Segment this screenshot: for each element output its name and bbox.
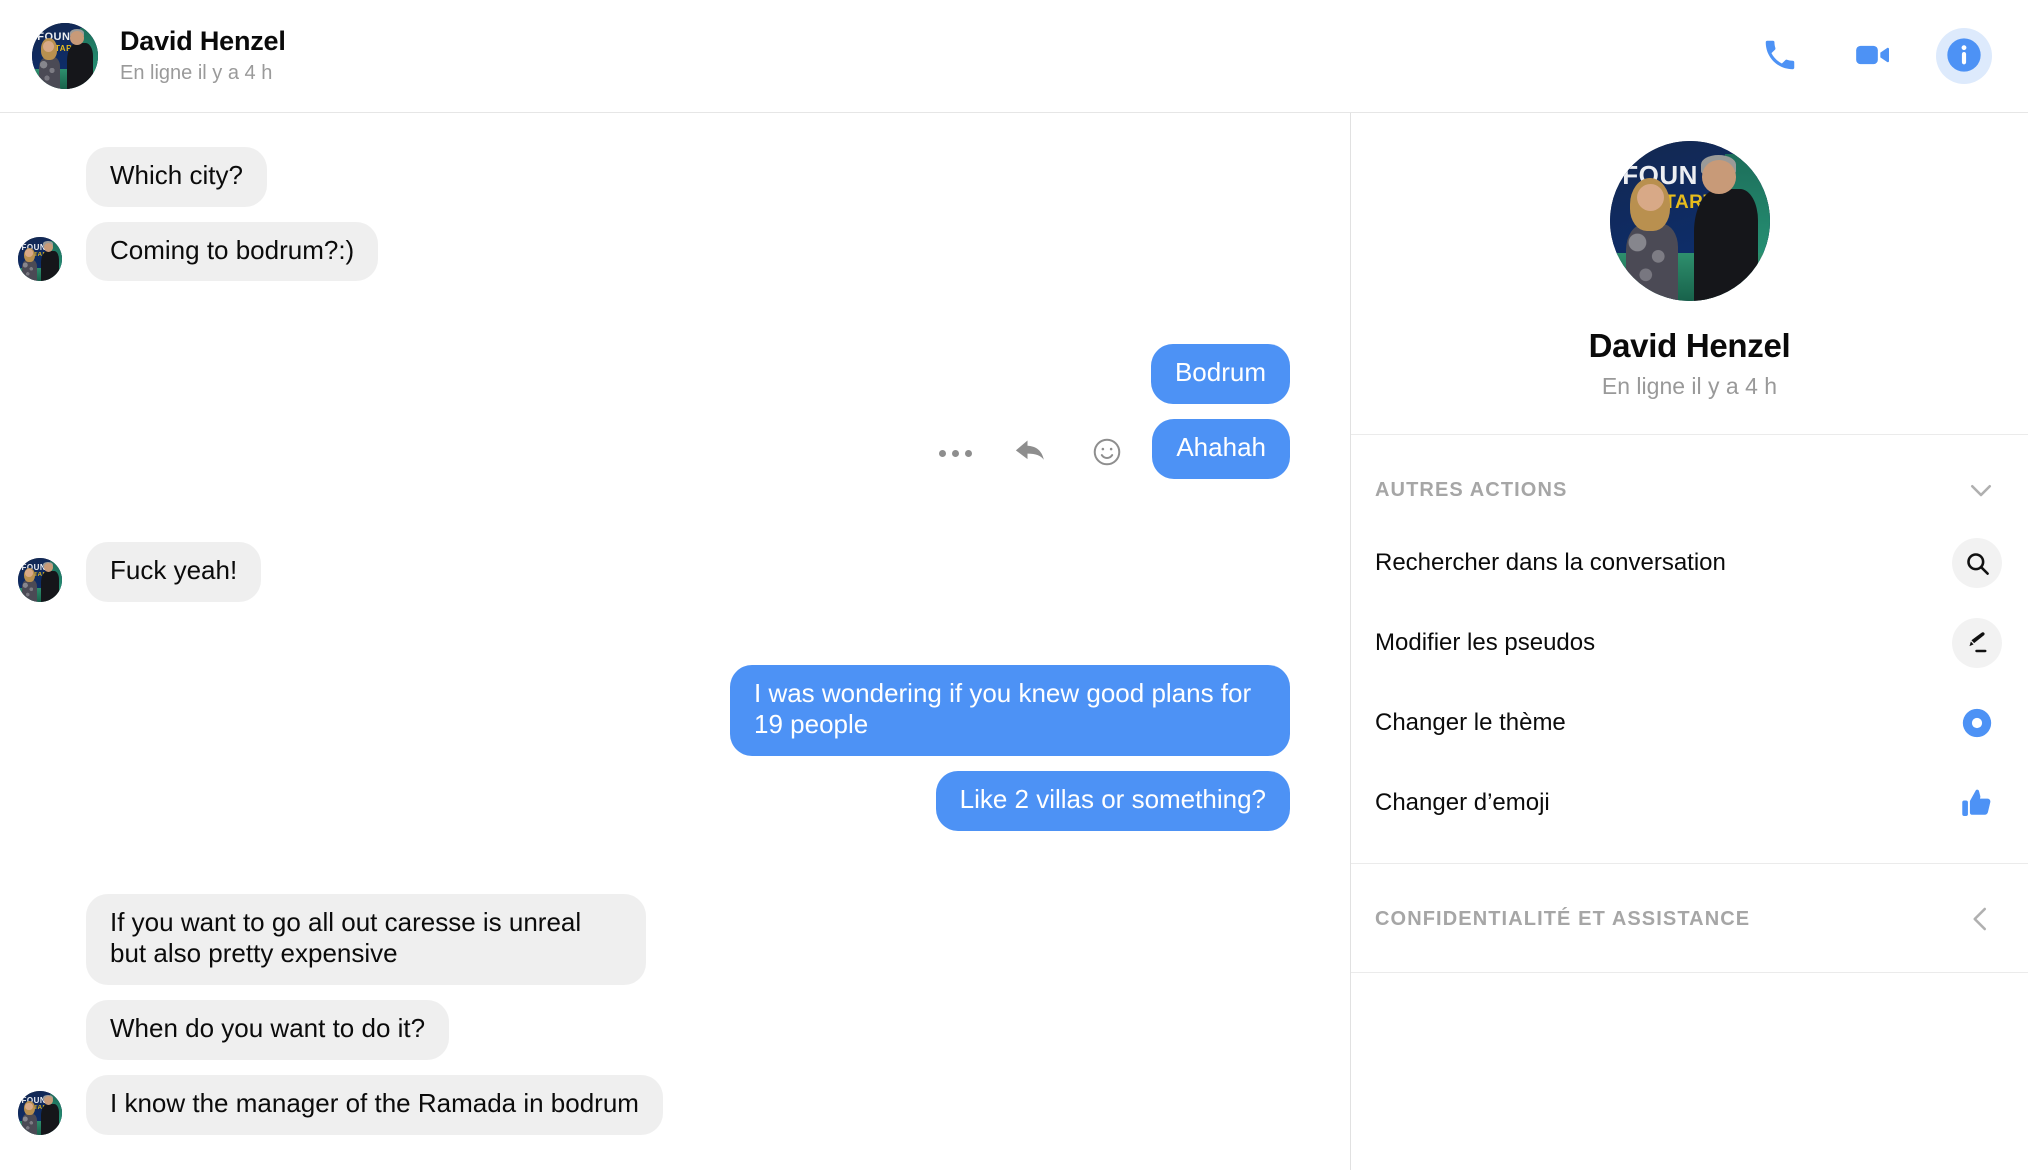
sidebar-action-label: Changer le thème [1375, 709, 1566, 736]
sidebar-section-header[interactable]: CONFIDENTIALITÉ ET ASSISTANCE [1351, 864, 2028, 952]
outgoing-message-bubble[interactable]: I was wondering if you knew good plans f… [730, 664, 1290, 757]
contact-photo-thumb: FOUN START. [18, 1090, 62, 1135]
reply-arrow-icon [1012, 436, 1050, 471]
sidebar-action-label: Rechercher dans la conversation [1375, 549, 1726, 576]
contact-status: En ligne il y a 4 h [120, 62, 273, 85]
sidebar-action-label: Changer d’emoji [1375, 789, 1550, 816]
reply-button[interactable] [1012, 435, 1050, 473]
contact-photo: FOUN START. [32, 23, 98, 89]
message-avatar[interactable]: FOUN START. [18, 557, 62, 602]
message-hover-actions [936, 435, 1126, 479]
sidebar-section: CONFIDENTIALITÉ ET ASSISTANCE [1351, 864, 2028, 973]
sidebar-profile-name: David Henzel [1588, 327, 1791, 364]
contact-photo-thumb: FOUN START. [18, 557, 62, 602]
sidebar-section-title: CONFIDENTIALITÉ ET ASSISTANCE [1375, 907, 1751, 930]
thumbs-up-icon[interactable] [1952, 778, 2002, 828]
chevron-down-icon[interactable] [1964, 473, 1998, 507]
messenger-window: FOUN START. David Henzel En ligne il y a… [0, 0, 2028, 1170]
header-actions [1752, 28, 1992, 84]
message-gap [18, 411, 1290, 419]
incoming-message-bubble[interactable]: Which city? [86, 147, 267, 207]
message-avatar[interactable]: FOUN START. [18, 1090, 62, 1135]
theme-ring-icon[interactable] [1952, 698, 2002, 748]
message-gap [18, 486, 1290, 542]
message-row: Ahahah [18, 419, 1290, 479]
message-row: FOUN START. Fuck yeah! [18, 541, 1290, 602]
incoming-message-bubble[interactable]: Coming to bodrum?:) [86, 221, 379, 282]
contact-photo-large: FOUN START. [1609, 141, 1770, 301]
sidebar-profile: FOUN START. David Henzel En ligne il y a… [1351, 113, 2028, 435]
message-row: FOUN START. Coming to bodrum?:) [18, 221, 1290, 282]
message-gap [18, 214, 1290, 222]
message-avatar-spacer [18, 941, 62, 985]
outgoing-message-bubble[interactable]: Ahahah [1152, 419, 1290, 479]
message-gap [18, 288, 1290, 344]
incoming-message-bubble[interactable]: If you want to go all out caresse is unr… [86, 893, 646, 986]
sidebar-sections: AUTRES ACTIONS Rechercher dans la convers… [1351, 435, 2028, 973]
incoming-message-bubble[interactable]: When do you want to do it? [86, 1000, 450, 1060]
message-row: If you want to go all out caresse is unr… [18, 893, 1290, 986]
message-row: I was wondering if you knew good plans f… [18, 664, 1290, 757]
message-row: FOUN START. I know the manager of the Rama… [18, 1074, 1290, 1135]
message-gap [18, 838, 1290, 894]
message-row: When do you want to do it? [18, 1000, 1290, 1060]
sidebar-avatar[interactable]: FOUN START. [1609, 141, 1770, 301]
sidebar-action-row[interactable]: Rechercher dans la conversation [1351, 523, 2028, 603]
react-button[interactable] [1088, 435, 1126, 473]
voice-call-button[interactable] [1752, 28, 1808, 84]
sidebar-section-title: AUTRES ACTIONS [1375, 478, 1568, 501]
message-avatar[interactable]: FOUN START. [18, 237, 62, 282]
outgoing-message-bubble[interactable]: Like 2 villas or something? [935, 771, 1290, 831]
sidebar-action-row[interactable]: Modifier les pseudos [1351, 603, 2028, 683]
smiley-icon [1091, 436, 1123, 471]
chevron-left-icon[interactable] [1964, 902, 1998, 936]
body: Which city? FOUN START. Coming to bodrum?:)… [0, 113, 2028, 1170]
info-icon [1944, 35, 1984, 78]
video-camera-icon [1852, 35, 1892, 78]
sidebar-section-header[interactable]: AUTRES ACTIONS [1351, 435, 2028, 523]
message-gap [18, 609, 1290, 665]
phone-icon [1761, 36, 1799, 77]
ellipsis-icon [938, 450, 972, 458]
incoming-message-bubble[interactable]: Fuck yeah! [86, 541, 262, 602]
search-icon[interactable] [1952, 538, 2002, 588]
message-row: Like 2 villas or something? [18, 771, 1290, 831]
header-contact-info: David Henzel En ligne il y a 4 h [120, 25, 286, 87]
contact-photo-thumb: FOUN START. [18, 237, 62, 282]
sidebar-action-row[interactable]: Changer le thème [1351, 683, 2028, 763]
sidebar-profile-status: En ligne il y a 4 h [1601, 373, 1778, 399]
message-avatar-spacer [18, 1016, 62, 1060]
outgoing-message-bubble[interactable]: Bodrum [1150, 344, 1290, 405]
sidebar-action-label: Modifier les pseudos [1375, 629, 1596, 656]
more-options-button[interactable] [936, 435, 974, 473]
message-gap [18, 763, 1290, 771]
sidebar-action-row[interactable]: Changer d’emoji [1351, 763, 2028, 843]
video-call-button[interactable] [1844, 28, 1900, 84]
message-row: Which city? [18, 147, 1290, 207]
sidebar-section: AUTRES ACTIONS Rechercher dans la convers… [1351, 435, 2028, 864]
message-avatar-spacer [18, 163, 62, 207]
message-row: Bodrum [18, 344, 1290, 405]
message-gap [18, 1067, 1290, 1075]
message-gap [18, 992, 1290, 1000]
details-sidebar: FOUN START. David Henzel En ligne il y a… [1350, 113, 2028, 1170]
conversation-info-button[interactable] [1936, 28, 1992, 84]
message-thread[interactable]: Which city? FOUN START. Coming to bodrum?:)… [0, 113, 1350, 1170]
header-avatar[interactable]: FOUN START. [32, 23, 98, 89]
contact-name: David Henzel [120, 25, 286, 56]
conversation-header: FOUN START. David Henzel En ligne il y a… [0, 0, 2028, 113]
pencil-icon[interactable] [1952, 618, 2002, 668]
incoming-message-bubble[interactable]: I know the manager of the Ramada in bodr… [86, 1074, 663, 1135]
